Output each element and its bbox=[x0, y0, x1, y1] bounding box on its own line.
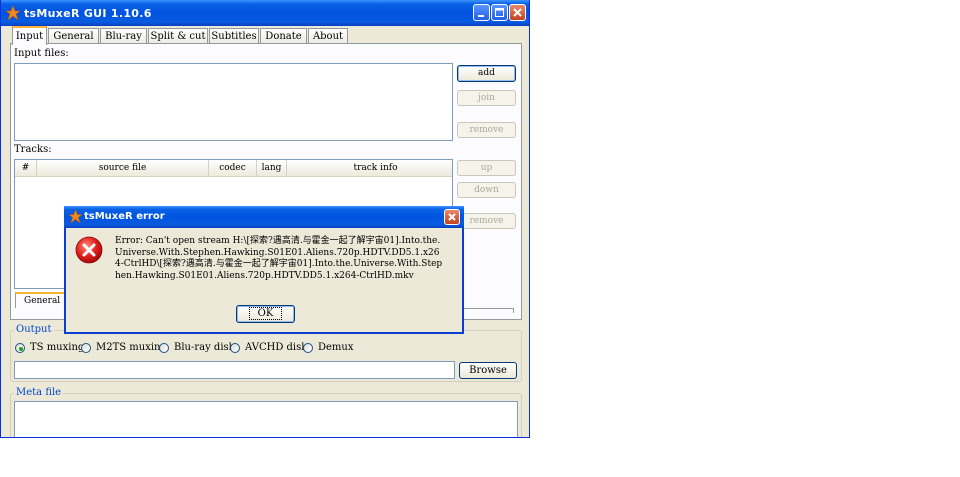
input-files-list[interactable] bbox=[14, 63, 453, 141]
input-files-label: Input files: bbox=[14, 48, 69, 59]
error-message: Error: Can't open stream H:\[探索?遇高清.与霍金一… bbox=[115, 236, 443, 281]
radio-circle bbox=[81, 343, 91, 353]
tracks-label: Tracks: bbox=[14, 144, 52, 155]
radio-label: AVCHD disk bbox=[245, 342, 308, 353]
error-icon bbox=[75, 236, 103, 264]
title-bar[interactable]: tsMuxeR GUI 1.10.6 bbox=[1, 0, 529, 26]
close-icon bbox=[448, 213, 456, 221]
column-header[interactable]: # bbox=[15, 160, 37, 176]
app-icon bbox=[69, 210, 82, 223]
maximize-icon bbox=[495, 8, 504, 17]
error-dialog-title-bar[interactable]: tsMuxeR error bbox=[64, 206, 464, 228]
close-icon bbox=[513, 8, 522, 17]
radio-label: TS muxing bbox=[30, 342, 85, 353]
column-header[interactable]: source file bbox=[37, 160, 209, 176]
output-group-title: Output bbox=[14, 324, 54, 335]
tab-general[interactable]: General bbox=[48, 28, 99, 43]
meta-file-text[interactable] bbox=[14, 401, 518, 437]
column-header[interactable]: codec bbox=[209, 160, 257, 176]
radio-label: Blu-ray disk bbox=[174, 342, 235, 353]
radio-label: Demux bbox=[318, 342, 354, 353]
maximize-button[interactable] bbox=[491, 4, 508, 21]
error-dialog: tsMuxeR error Error: Can't open stream H… bbox=[64, 206, 464, 334]
tab-input[interactable]: Input bbox=[12, 26, 47, 45]
tab-donate[interactable]: Donate bbox=[260, 28, 307, 43]
join-button[interactable]: join bbox=[457, 90, 516, 106]
meta-file-group-title: Meta file bbox=[14, 387, 64, 398]
column-header[interactable]: track info bbox=[287, 160, 465, 176]
radio-circle bbox=[159, 343, 169, 353]
remove-file-button[interactable]: remove bbox=[457, 122, 516, 138]
error-dialog-title: tsMuxeR error bbox=[84, 211, 165, 222]
radio-circle bbox=[303, 343, 313, 353]
ok-button-label: OK bbox=[248, 307, 283, 320]
column-header[interactable]: lang bbox=[257, 160, 287, 176]
tab-about[interactable]: About bbox=[308, 28, 348, 43]
add-button[interactable]: add bbox=[457, 65, 516, 82]
radio-circle bbox=[15, 343, 25, 353]
minimize-icon bbox=[478, 15, 484, 17]
track-up-button[interactable]: up bbox=[457, 160, 516, 176]
tab-subtitles[interactable]: Subtitles bbox=[209, 28, 259, 43]
remove-track-button[interactable]: remove bbox=[457, 213, 516, 229]
browse-button[interactable]: Browse bbox=[459, 362, 517, 379]
window-title: tsMuxeR GUI 1.10.6 bbox=[24, 7, 152, 20]
app-icon bbox=[6, 6, 20, 20]
tracks-table-header: # source file codec lang track info bbox=[15, 160, 465, 177]
tab-blu-ray[interactable]: Blu-ray bbox=[100, 28, 147, 43]
tab-split-cut[interactable]: Split & cut bbox=[148, 28, 208, 43]
error-dialog-close-button[interactable] bbox=[444, 209, 460, 225]
track-down-button[interactable]: down bbox=[457, 182, 516, 198]
ok-button[interactable]: OK bbox=[236, 305, 295, 323]
close-button[interactable] bbox=[509, 4, 526, 21]
radio-label: M2TS muxing bbox=[96, 342, 167, 353]
output-path-input[interactable] bbox=[14, 361, 455, 379]
radio-selected-dot bbox=[19, 347, 23, 351]
minimize-button[interactable] bbox=[473, 4, 490, 21]
radio-circle bbox=[230, 343, 240, 353]
